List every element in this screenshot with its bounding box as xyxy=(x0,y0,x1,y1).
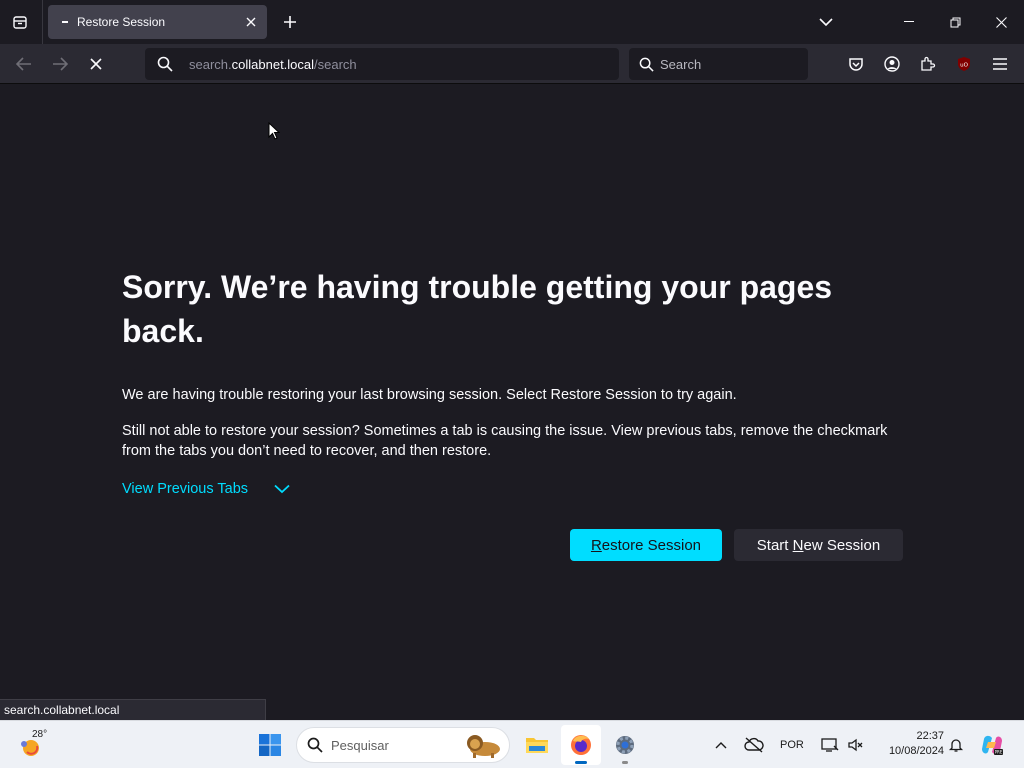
view-previous-tabs-label: View Previous Tabs xyxy=(122,481,249,497)
restore-accesskey: R xyxy=(590,536,602,554)
new-tab-icon[interactable] xyxy=(277,8,303,36)
pocket-icon[interactable] xyxy=(842,50,870,78)
new-session-accesskey: N xyxy=(792,536,804,554)
settings-gear-icon[interactable] xyxy=(605,725,645,765)
extensions-icon[interactable] xyxy=(914,50,942,78)
input-language[interactable]: POR xyxy=(780,739,804,751)
link-status-tooltip: search.collabnet.local xyxy=(0,699,267,720)
open-app-indicator xyxy=(622,761,628,764)
page-content: Sorry. We’re having trouble getting your… xyxy=(0,85,1024,720)
forward-arrow-icon[interactable] xyxy=(46,50,74,78)
url-bar[interactable]: search.collabnet.local/search xyxy=(145,48,619,80)
account-icon[interactable] xyxy=(878,50,906,78)
restore-session-button[interactable]: Restore Session xyxy=(570,529,722,561)
search-highlight-lion-icon xyxy=(463,731,505,759)
clock-date: 10/08/2024 xyxy=(888,745,944,757)
loading-dash-icon xyxy=(62,21,72,23)
search-bar[interactable]: Search xyxy=(629,48,808,80)
search-icon xyxy=(157,56,173,72)
onedrive-offline-icon[interactable] xyxy=(735,725,773,765)
notification-bell-icon[interactable] xyxy=(938,725,974,765)
menu-hamburger-icon[interactable] xyxy=(986,50,1014,78)
taskbar-search[interactable]: Pesquisar xyxy=(296,727,510,763)
url-prefix: search. xyxy=(189,56,232,72)
restore-label: estore Session xyxy=(601,536,702,554)
close-window-icon[interactable] xyxy=(978,0,1024,44)
chevron-down-icon xyxy=(274,484,290,494)
svg-text:uO: uO xyxy=(960,63,968,69)
tab-separator xyxy=(42,0,43,44)
search-placeholder: Search xyxy=(660,56,702,72)
tab-title: Restore Session xyxy=(77,15,166,29)
search-icon xyxy=(307,737,323,753)
url-text: search.collabnet.local/search xyxy=(189,57,357,72)
restore-description: We are having trouble restoring your las… xyxy=(122,387,737,403)
active-app-indicator xyxy=(575,761,587,764)
new-session-label-rest: ew Session xyxy=(803,536,881,554)
firefox-taskbar-icon[interactable] xyxy=(561,725,601,765)
file-explorer-icon[interactable] xyxy=(517,725,557,765)
minimize-icon[interactable] xyxy=(886,0,932,44)
windows-taskbar: 28° Pesquisar POR 22:37 10/08/2024 PRE xyxy=(0,720,1024,768)
copilot-icon[interactable]: PRE xyxy=(972,725,1012,765)
weather-temp: 28° xyxy=(32,729,48,740)
start-new-session-button[interactable]: Start New Session xyxy=(734,529,903,561)
url-path: /search xyxy=(314,56,357,72)
taskbar-search-placeholder: Pesquisar xyxy=(331,737,389,753)
stop-loading-icon[interactable] xyxy=(82,50,110,78)
url-host: collabnet.local xyxy=(231,56,315,72)
new-session-label-start: Start xyxy=(756,536,793,554)
page-title: Sorry. We’re having trouble getting your… xyxy=(122,269,833,349)
mouse-pointer-icon xyxy=(268,122,280,140)
back-arrow-icon[interactable] xyxy=(10,50,38,78)
windows-start-icon[interactable] xyxy=(250,725,290,765)
navigation-toolbar: search.collabnet.local/search Search uO xyxy=(0,44,1024,84)
chevron-down-icon[interactable] xyxy=(812,8,840,36)
volume-muted-icon[interactable] xyxy=(838,725,872,765)
tab-strip: Restore Session xyxy=(0,0,1024,44)
firefox-view-icon[interactable] xyxy=(6,8,34,36)
close-tab-icon[interactable] xyxy=(239,10,263,34)
system-clock[interactable]: 22:37 10/08/2024 xyxy=(872,729,944,759)
troubleshoot-description: Still not able to restore your session? … xyxy=(122,423,888,459)
tab-restore-session[interactable]: Restore Session xyxy=(48,5,267,39)
search-icon xyxy=(639,57,654,72)
weather-widget[interactable]: 28° xyxy=(18,727,52,763)
ublock-origin-icon[interactable]: uO xyxy=(950,50,978,78)
clock-time: 22:37 xyxy=(916,730,944,742)
restore-window-icon[interactable] xyxy=(932,0,978,44)
view-previous-tabs-toggle[interactable]: View Previous Tabs xyxy=(122,481,290,497)
svg-text:PRE: PRE xyxy=(995,750,1003,755)
